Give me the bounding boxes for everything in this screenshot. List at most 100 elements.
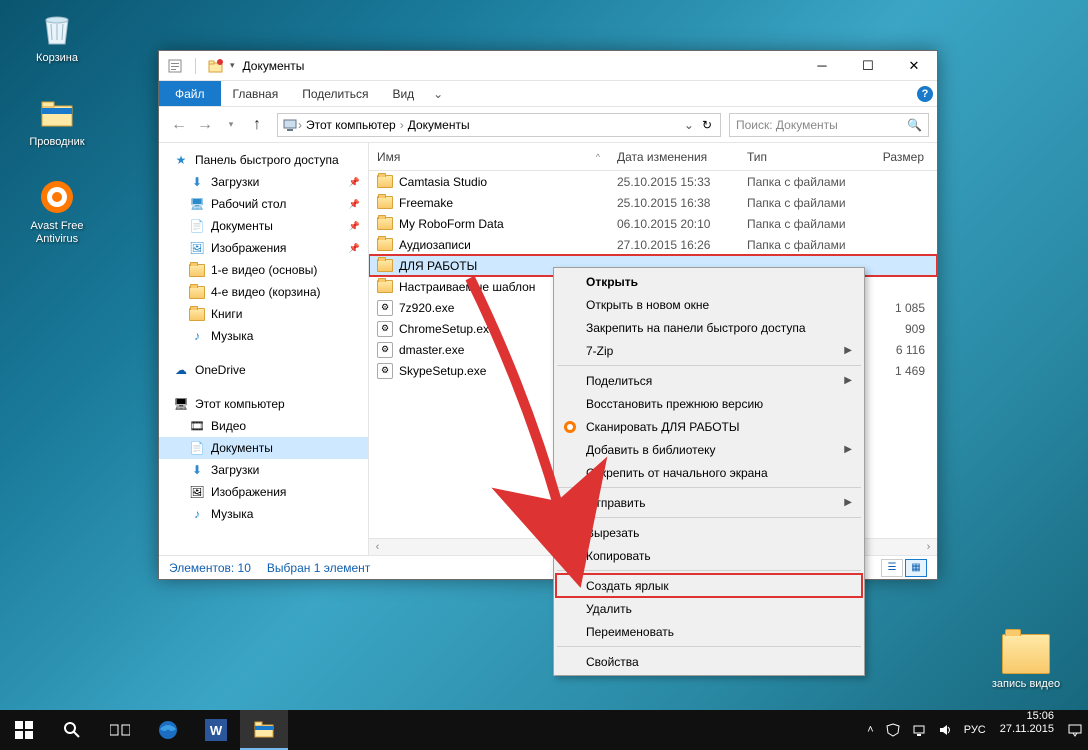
task-view-button[interactable]: [96, 710, 144, 750]
table-row[interactable]: Аудиозаписи27.10.2015 16:26Папка с файла…: [369, 234, 937, 255]
ribbon-expand-button[interactable]: ⌄: [426, 81, 450, 106]
desktop-folder-video-record[interactable]: запись видео: [986, 634, 1066, 690]
qat-chevron-icon[interactable]: ▾: [230, 60, 235, 71]
menu-item[interactable]: Вырезать: [556, 521, 862, 544]
tree-item-music[interactable]: ♪Музыка: [159, 325, 368, 347]
tree-item-folder[interactable]: Книги: [159, 303, 368, 325]
close-button[interactable]: ✕: [891, 51, 937, 81]
star-icon: ★: [173, 152, 189, 168]
menu-separator: [557, 646, 861, 647]
column-date[interactable]: Дата изменения: [609, 150, 739, 164]
file-date: 25.10.2015 16:38: [609, 196, 739, 210]
tray-clock[interactable]: 15:06 27.11.2015: [992, 710, 1062, 750]
menu-item[interactable]: Добавить в библиотеку▶: [556, 438, 862, 461]
menu-item[interactable]: Переименовать: [556, 620, 862, 643]
menu-item-label: Свойства: [586, 655, 639, 669]
navigation-bar: ← → ▾ ↑ › Этот компьютер › Документы ⌄ ↻…: [159, 107, 937, 142]
tree-item-music[interactable]: ♪Музыка: [159, 503, 368, 525]
desktop-icon-label: Корзина: [36, 52, 78, 65]
menu-item[interactable]: Свойства: [556, 650, 862, 673]
help-button[interactable]: ?: [913, 81, 937, 106]
desktop-icon-recycle-bin[interactable]: Корзина: [18, 8, 96, 65]
explorer-icon: [36, 92, 78, 134]
tree-item-folder[interactable]: 4-е видео (корзина): [159, 281, 368, 303]
tray-language[interactable]: РУС: [958, 710, 992, 750]
taskbar-edge[interactable]: [144, 710, 192, 750]
address-bar[interactable]: › Этот компьютер › Документы ⌄ ↻: [277, 113, 721, 137]
tree-item-downloads[interactable]: ⬇Загрузки📌: [159, 171, 368, 193]
refresh-button[interactable]: ↻: [698, 118, 716, 132]
maximize-button[interactable]: ☐: [845, 51, 891, 81]
tree-item-downloads[interactable]: ⬇Загрузки: [159, 459, 368, 481]
properties-icon[interactable]: [167, 58, 183, 74]
tree-onedrive[interactable]: ☁OneDrive: [159, 359, 368, 381]
column-size[interactable]: Размер: [869, 150, 937, 164]
chevron-right-icon: ▶: [844, 497, 852, 508]
table-row[interactable]: Freemake25.10.2015 16:38Папка с файлами: [369, 192, 937, 213]
tree-item-videos[interactable]: 🎞Видео: [159, 415, 368, 437]
column-label: Имя: [377, 150, 400, 164]
new-folder-icon[interactable]: [208, 58, 224, 74]
menu-item[interactable]: Создать ярлык: [556, 574, 862, 597]
menu-item-label: Поделиться: [586, 374, 652, 388]
menu-item[interactable]: Восстановить прежнюю версию: [556, 392, 862, 415]
forward-button[interactable]: →: [193, 113, 217, 137]
tab-home[interactable]: Главная: [221, 81, 291, 106]
column-headers: Имя^ Дата изменения Тип Размер: [369, 143, 937, 171]
menu-item[interactable]: Открепить от начального экрана: [556, 461, 862, 484]
taskbar-explorer[interactable]: [240, 710, 288, 750]
table-row[interactable]: My RoboForm Data06.10.2015 20:10Папка с …: [369, 213, 937, 234]
column-type[interactable]: Тип: [739, 150, 869, 164]
tree-item-pictures[interactable]: 🖼Изображения: [159, 481, 368, 503]
tree-item-documents[interactable]: 📄Документы: [159, 437, 368, 459]
menu-item[interactable]: Сканировать ДЛЯ РАБОТЫ: [556, 415, 862, 438]
tab-share[interactable]: Поделиться: [290, 81, 380, 106]
breadcrumb-this-pc[interactable]: Этот компьютер: [302, 118, 400, 132]
table-row[interactable]: Camtasia Studio25.10.2015 15:33Папка с ф…: [369, 171, 937, 192]
tab-file[interactable]: Файл: [159, 81, 221, 106]
desktop-icon-avast[interactable]: Avast Free Antivirus: [18, 176, 96, 245]
tray-chevron-up[interactable]: ˄: [861, 710, 879, 750]
search-input[interactable]: Поиск: Документы 🔍: [729, 113, 929, 137]
menu-item-label: Закрепить на панели быстрого доступа: [586, 321, 806, 335]
recent-locations-button[interactable]: ▾: [219, 113, 243, 137]
tree-item-folder[interactable]: 1-е видео (основы): [159, 259, 368, 281]
menu-item[interactable]: Копировать: [556, 544, 862, 567]
tree-label: Видео: [211, 419, 246, 433]
search-button[interactable]: [48, 710, 96, 750]
tree-item-desktop[interactable]: 🖥Рабочий стол📌: [159, 193, 368, 215]
menu-item[interactable]: Поделиться▶: [556, 369, 862, 392]
menu-item[interactable]: Отправить▶: [556, 491, 862, 514]
tray-action-center-icon[interactable]: [1062, 710, 1088, 750]
tree-item-documents[interactable]: 📄Документы📌: [159, 215, 368, 237]
column-name[interactable]: Имя^: [369, 150, 609, 164]
address-dropdown-button[interactable]: ⌄: [680, 118, 698, 132]
view-large-icons-button[interactable]: ▦: [905, 559, 927, 577]
folder-icon: [377, 280, 393, 293]
view-details-button[interactable]: ☰: [881, 559, 903, 577]
tree-item-pictures[interactable]: 🖼Изображения📌: [159, 237, 368, 259]
breadcrumb-documents[interactable]: Документы: [404, 118, 474, 132]
menu-item[interactable]: Удалить: [556, 597, 862, 620]
tray-network-icon[interactable]: [906, 710, 932, 750]
tree-quick-access[interactable]: ★Панель быстрого доступа: [159, 149, 368, 171]
tray-defender-icon[interactable]: [880, 710, 906, 750]
menu-item[interactable]: Закрепить на панели быстрого доступа: [556, 316, 862, 339]
tree-this-pc[interactable]: 🖥Этот компьютер: [159, 393, 368, 415]
desktop-icon-explorer[interactable]: Проводник: [18, 92, 96, 149]
menu-item[interactable]: 7-Zip▶: [556, 339, 862, 362]
minimize-button[interactable]: ─: [799, 51, 845, 81]
menu-item[interactable]: Открыть в новом окне: [556, 293, 862, 316]
menu-item[interactable]: Открыть: [556, 270, 862, 293]
tray-volume-icon[interactable]: [932, 710, 958, 750]
file-size: 1 085: [869, 301, 937, 315]
tab-view[interactable]: Вид: [380, 81, 426, 106]
start-button[interactable]: [0, 710, 48, 750]
pin-icon: 📌: [349, 221, 360, 232]
up-button[interactable]: ↑: [245, 113, 269, 137]
file-name: Camtasia Studio: [399, 175, 487, 189]
tray-date: 27.11.2015: [1000, 723, 1054, 736]
file-name: 7z920.exe: [399, 301, 454, 315]
back-button[interactable]: ←: [167, 113, 191, 137]
taskbar-word[interactable]: W: [192, 710, 240, 750]
